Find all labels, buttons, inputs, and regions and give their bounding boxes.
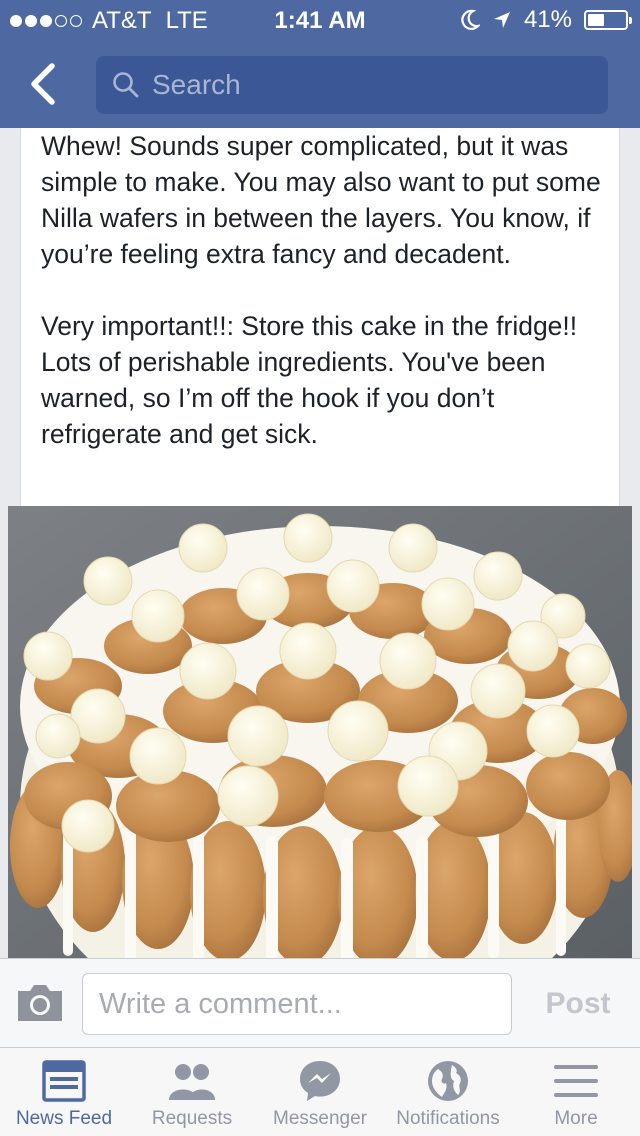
search-input[interactable] bbox=[152, 69, 592, 101]
navigation-bar bbox=[0, 40, 640, 128]
banana-pudding-cake-image bbox=[8, 506, 632, 958]
cake-photo[interactable] bbox=[8, 506, 632, 958]
tab-news-feed[interactable]: News Feed bbox=[0, 1048, 128, 1136]
tab-requests[interactable]: Requests bbox=[128, 1048, 256, 1136]
signal-strength-icon bbox=[10, 15, 82, 27]
globe-icon bbox=[384, 1058, 512, 1104]
comment-bar: Post bbox=[0, 958, 640, 1048]
tab-bar: News Feed Requests Messenger Notificatio… bbox=[0, 1048, 640, 1136]
tab-label: Messenger bbox=[273, 1108, 367, 1129]
location-arrow-icon bbox=[493, 12, 510, 28]
post-content[interactable]: Whew! Sounds super complicated, but it w… bbox=[0, 128, 640, 958]
menu-icon bbox=[512, 1058, 640, 1104]
carrier-name: AT&T bbox=[92, 7, 152, 34]
messenger-icon bbox=[256, 1058, 384, 1104]
search-bar[interactable] bbox=[96, 56, 608, 114]
comment-input[interactable] bbox=[82, 973, 512, 1035]
tab-messenger[interactable]: Messenger bbox=[256, 1048, 384, 1136]
search-icon bbox=[113, 72, 139, 98]
post-body: Whew! Sounds super complicated, but it w… bbox=[20, 128, 620, 506]
do-not-disturb-icon bbox=[461, 9, 480, 30]
tab-label: News Feed bbox=[15, 1108, 113, 1129]
network-type: LTE bbox=[165, 7, 208, 34]
camera-icon bbox=[18, 985, 62, 1021]
tab-notifications[interactable]: Notifications bbox=[384, 1048, 512, 1136]
post-button[interactable]: Post bbox=[530, 981, 626, 1027]
tab-label: Requests bbox=[151, 1108, 233, 1129]
post-paragraph-2: Very important!!: Store this cake in the… bbox=[41, 311, 578, 449]
camera-button[interactable] bbox=[14, 981, 66, 1025]
chevron-left-icon bbox=[31, 63, 55, 105]
tab-label: More bbox=[554, 1108, 598, 1129]
news-feed-icon bbox=[0, 1058, 128, 1104]
battery-icon bbox=[584, 10, 632, 30]
tab-label: Notifications bbox=[396, 1108, 500, 1129]
requests-icon bbox=[128, 1058, 256, 1104]
status-right: 41% bbox=[460, 6, 632, 34]
tab-more[interactable]: More bbox=[512, 1048, 640, 1136]
battery-percent: 41% bbox=[523, 6, 572, 33]
back-button[interactable] bbox=[22, 60, 68, 108]
status-bar: AT&T LTE 1:41 AM 41% bbox=[0, 0, 640, 40]
status-left: AT&T LTE bbox=[10, 7, 208, 35]
post-paragraph-1: Whew! Sounds super complicated, but it w… bbox=[41, 131, 601, 269]
